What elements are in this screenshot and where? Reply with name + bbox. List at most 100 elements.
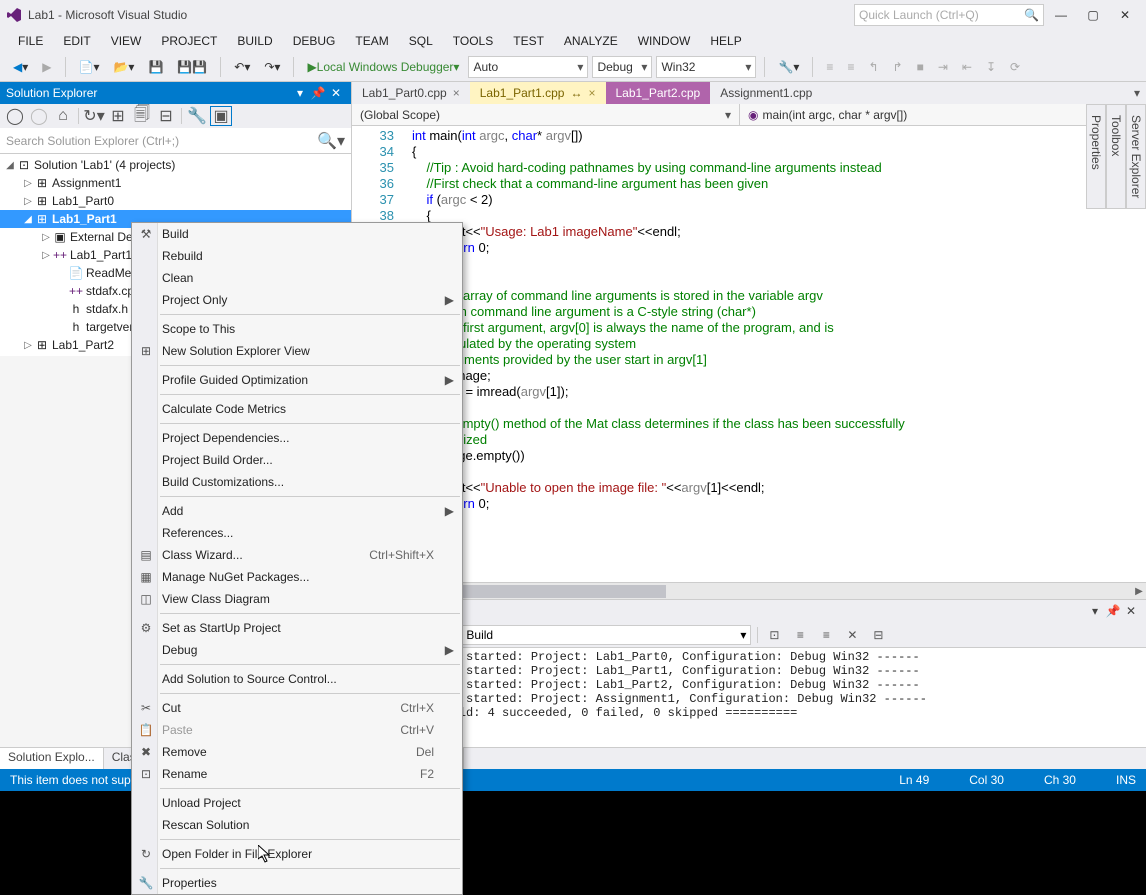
maximize-button[interactable]: ▢	[1078, 5, 1108, 25]
menu-edit[interactable]: EDIT	[53, 32, 100, 50]
ctx-build[interactable]: ⚒Build	[132, 223, 462, 245]
step-over-button[interactable]: ↱	[888, 56, 908, 78]
ctx-project-build-order-[interactable]: Project Build Order...	[132, 449, 462, 471]
save-all-button[interactable]: 💾💾	[172, 56, 212, 78]
nav-fwd-button[interactable]: ▶	[37, 56, 56, 78]
redo-button[interactable]: ↷▾	[259, 56, 285, 78]
panel-pin-button[interactable]: 📌	[309, 86, 327, 100]
ctx-view-class-diagram[interactable]: ◫View Class Diagram	[132, 588, 462, 610]
ctx-scope-to-this[interactable]: Scope to This	[132, 318, 462, 340]
process-button[interactable]: 🔧▾	[773, 56, 804, 78]
scope-right-select[interactable]: ◉main(int argc, char * argv[])▾	[740, 104, 1128, 125]
ctx-clean[interactable]: Clean	[132, 267, 462, 289]
menu-analyze[interactable]: ANALYZE	[554, 32, 628, 50]
ctx-project-dependencies-[interactable]: Project Dependencies...	[132, 427, 462, 449]
ctx-new-solution-explorer-view[interactable]: ⊞New Solution Explorer View	[132, 340, 462, 362]
panel-dropdown-button[interactable]: ▾	[291, 86, 309, 100]
back-icon[interactable]: ◯	[4, 106, 26, 126]
menu-file[interactable]: FILE	[8, 32, 53, 50]
menu-sql[interactable]: SQL	[399, 32, 443, 50]
menu-debug[interactable]: DEBUG	[283, 32, 346, 50]
scroll-right-arrow[interactable]: ▶	[1132, 583, 1146, 600]
goto-icon[interactable]: ≡	[790, 625, 810, 645]
output-source-select[interactable]: Build▾	[461, 625, 751, 645]
nav-back-button[interactable]: ◀▾	[8, 56, 33, 78]
menu-tools[interactable]: TOOLS	[443, 32, 503, 50]
find-icon[interactable]: ⊡	[764, 625, 784, 645]
open-button[interactable]: 📂▾	[108, 56, 139, 78]
tab-part2-preview[interactable]: Lab1_Part2.cpp	[606, 82, 711, 104]
ctx-references-[interactable]: References...	[132, 522, 462, 544]
ctx-calculate-code-metrics[interactable]: Calculate Code Metrics	[132, 398, 462, 420]
output-pin[interactable]: 📌	[1104, 604, 1122, 618]
undo-button[interactable]: ↶▾	[229, 56, 255, 78]
refresh-icon[interactable]: 🗐	[131, 106, 153, 126]
ctx-rescan-solution[interactable]: Rescan Solution	[132, 814, 462, 836]
solution-search-input[interactable]	[6, 134, 317, 148]
step-into-button[interactable]: ⇥	[933, 56, 953, 78]
minimize-button[interactable]: —	[1046, 5, 1076, 25]
tab-properties[interactable]: Properties	[1086, 104, 1106, 209]
menu-help[interactable]: HELP	[700, 32, 751, 50]
tab-toolbox[interactable]: Toolbox	[1106, 104, 1126, 209]
fwd-icon[interactable]: ◯	[28, 106, 50, 126]
ctx-open-folder-in-file-explorer[interactable]: ↻Open Folder in File Explorer	[132, 843, 462, 865]
menu-window[interactable]: WINDOW	[628, 32, 701, 50]
stop-button[interactable]: ■	[912, 56, 929, 78]
ctx-add-solution-to-source-control-[interactable]: Add Solution to Source Control...	[132, 668, 462, 690]
solution-search[interactable]: 🔍▾	[0, 128, 351, 154]
horizontal-scrollbar[interactable]: ◀ ▶	[352, 582, 1146, 599]
step-button[interactable]: ⇤	[957, 56, 977, 78]
panel-close-button[interactable]: ✕	[327, 86, 345, 100]
ctx-debug[interactable]: Debug▶	[132, 639, 462, 661]
step-out-button[interactable]: ↰	[863, 56, 883, 78]
ctx-project-only[interactable]: Project Only▶	[132, 289, 462, 311]
preview-icon[interactable]: ▣	[210, 106, 232, 126]
ctx-class-wizard-[interactable]: ▤Class Wizard...Ctrl+Shift+X	[132, 544, 462, 566]
menu-project[interactable]: PROJECT	[151, 32, 227, 50]
tab-part1[interactable]: Lab1_Part1.cpp↔×	[470, 82, 606, 104]
tab-menu-button[interactable]: ▾	[1134, 86, 1140, 100]
collapse-icon[interactable]: ⊟	[155, 106, 177, 126]
tab-assignment1[interactable]: Assignment1.cpp	[710, 82, 822, 104]
tab-solution-explorer[interactable]: Solution Explo...	[0, 748, 104, 769]
indent2-button[interactable]: ≡	[842, 56, 859, 78]
close-icon[interactable]: ×	[453, 86, 460, 100]
clear-icon[interactable]: ✕	[842, 625, 862, 645]
code-body[interactable]: int main(int argc, char* argv[]){ //Tip …	[412, 126, 1146, 582]
menu-view[interactable]: VIEW	[101, 32, 152, 50]
project-lab1-part0[interactable]: ▷⊞Lab1_Part0	[0, 192, 351, 210]
new-project-button[interactable]: 📄▾	[74, 56, 105, 78]
ctx-build-customizations-[interactable]: Build Customizations...	[132, 471, 462, 493]
ctx-manage-nuget-packages-[interactable]: ▦Manage NuGet Packages...	[132, 566, 462, 588]
start-debug-button[interactable]: ▶ Local Windows Debugger ▾	[302, 56, 464, 78]
ctx-unload-project[interactable]: Unload Project	[132, 792, 462, 814]
scope-left-select[interactable]: (Global Scope)▾	[352, 104, 740, 125]
ctx-rebuild[interactable]: Rebuild	[132, 245, 462, 267]
menu-team[interactable]: TEAM	[345, 32, 398, 50]
solution-node[interactable]: ◢⊡Solution 'Lab1' (4 projects)	[0, 156, 351, 174]
run-button[interactable]: ⟳	[1005, 56, 1025, 78]
ctx-add[interactable]: Add▶	[132, 500, 462, 522]
tab-part0[interactable]: Lab1_Part0.cpp×	[352, 82, 470, 104]
close-button[interactable]: ✕	[1110, 5, 1140, 25]
menu-build[interactable]: BUILD	[227, 32, 282, 50]
output-dropdown[interactable]: ▾	[1086, 604, 1104, 618]
output-close[interactable]: ✕	[1122, 604, 1140, 618]
mode-select[interactable]: Debug▾	[592, 56, 652, 78]
sync-icon[interactable]: ↻▾	[83, 106, 105, 126]
save-button[interactable]: 💾	[143, 56, 168, 78]
ctx-set-as-startup-project[interactable]: ⚙Set as StartUp Project	[132, 617, 462, 639]
wrap-icon[interactable]: ⊟	[868, 625, 888, 645]
cursor-button[interactable]: ↧	[981, 56, 1001, 78]
home-icon[interactable]: ⌂	[52, 106, 74, 126]
properties-icon[interactable]: 🔧	[186, 106, 208, 126]
showall-icon[interactable]: ⊞	[107, 106, 129, 126]
goto2-icon[interactable]: ≡	[816, 625, 836, 645]
menu-test[interactable]: TEST	[503, 32, 554, 50]
pin-icon[interactable]: ↔	[570, 86, 582, 100]
quick-launch-input[interactable]: Quick Launch (Ctrl+Q) 🔍	[854, 4, 1044, 26]
indent-button[interactable]: ≡	[821, 56, 838, 78]
ctx-cut[interactable]: ✂CutCtrl+X	[132, 697, 462, 719]
ctx-profile-guided-optimization[interactable]: Profile Guided Optimization▶	[132, 369, 462, 391]
